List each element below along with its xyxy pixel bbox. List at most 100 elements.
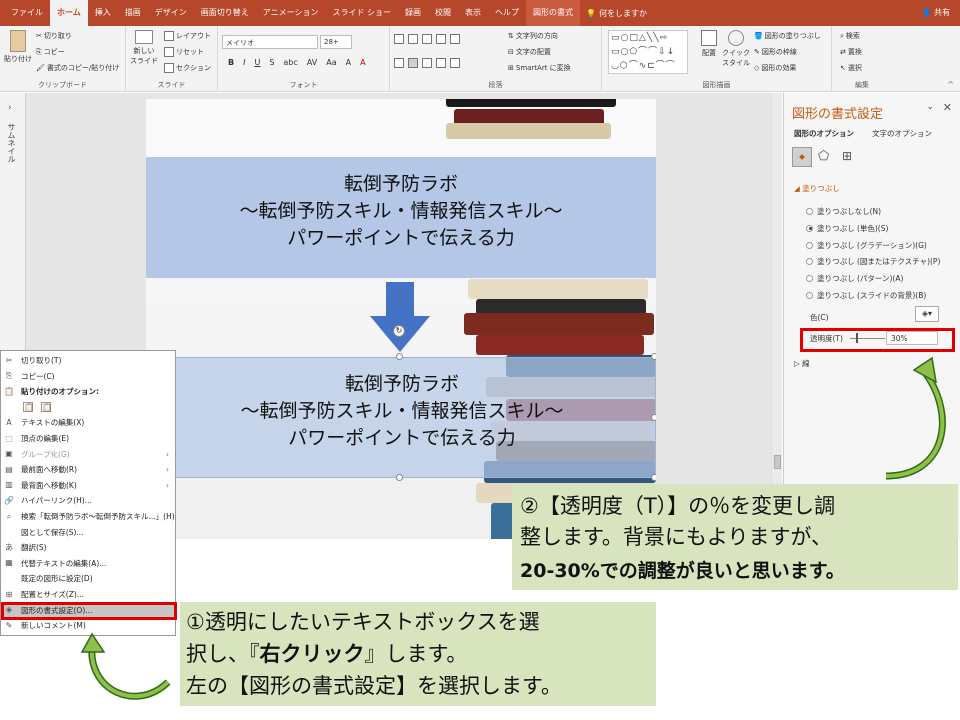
scrollbar-thumb[interactable]: [774, 455, 781, 469]
shape-outline-button[interactable]: ✎ 図形の枠線: [754, 47, 797, 57]
fill-option-radio[interactable]: 塗りつぶし (パターン)(A): [806, 273, 903, 284]
reset-button[interactable]: リセット: [164, 47, 204, 57]
font-format-button[interactable]: S: [269, 58, 274, 67]
fill-option-radio[interactable]: 塗りつぶし (単色)(S): [806, 223, 888, 234]
font-format-button[interactable]: A: [346, 58, 351, 67]
context-menu-item[interactable]: ✎ 新しいコメント(M): [1, 618, 175, 633]
format-painter-button[interactable]: 🖌 書式のコピー/貼り付け: [36, 63, 119, 73]
line-section-header[interactable]: ▷ 線: [794, 358, 810, 369]
resize-handle-bottom-right[interactable]: [651, 474, 656, 481]
resize-handle-top-right[interactable]: [651, 353, 656, 360]
tab-7[interactable]: スライド ショー: [325, 0, 398, 26]
tab-shape-options[interactable]: 図形のオプション: [794, 128, 854, 139]
title-textbox-transparent[interactable]: 転倒予防ラボ ～転倒予防スキル・情報発信スキル～ パワーポイントで伝える力: [146, 357, 656, 478]
vertical-scrollbar[interactable]: [771, 93, 782, 539]
cut-button[interactable]: ✂ 切り取り: [36, 31, 72, 41]
replace-button[interactable]: ⇄ 置換: [840, 47, 862, 57]
color-picker-button[interactable]: ◈▾: [915, 306, 939, 322]
new-slide-label: 新しい スライド: [130, 47, 158, 65]
close-icon[interactable]: ✕: [943, 101, 952, 114]
resize-handle-top[interactable]: [396, 353, 403, 360]
context-menu-item[interactable]: ▤ 最前面へ移動(R) ›: [1, 462, 175, 477]
tab-1[interactable]: ホーム: [50, 0, 88, 26]
find-button[interactable]: ⌕ 検索: [840, 31, 860, 41]
context-menu-item[interactable]: ⌕ 検索「転倒予防ラボ～転倒予防スキル...」(H): [1, 509, 175, 524]
tab-5[interactable]: 画面切り替え: [194, 0, 256, 26]
collapse-ribbon-icon[interactable]: ^: [947, 80, 954, 89]
arrange-button[interactable]: 配置: [698, 30, 720, 58]
share-button[interactable]: 👤 共有: [921, 0, 950, 26]
resize-handle-bottom[interactable]: [396, 474, 403, 481]
new-slide-button[interactable]: 新しい スライド: [130, 30, 158, 66]
list-buttons[interactable]: [394, 34, 460, 44]
resize-handle-right[interactable]: [651, 414, 656, 421]
select-button[interactable]: ↖ 選択: [840, 63, 862, 73]
tell-me-box[interactable]: 💡 何をしますか: [586, 8, 647, 19]
context-menu-item[interactable]: 図として保存(S)...: [1, 525, 175, 540]
font-format-button[interactable]: A: [360, 58, 365, 67]
alt-text-icon: ▦: [5, 558, 13, 568]
shape-effects-button[interactable]: ◇ 図形の効果: [754, 63, 796, 73]
expand-pane-icon[interactable]: ›: [8, 103, 12, 113]
slide[interactable]: 転倒予防ラボ ～転倒予防スキル・情報発信スキル～ パワーポイントで伝える力 転倒…: [146, 99, 656, 539]
context-menu-item[interactable]: ⬚ 頂点の編集(E): [1, 431, 175, 446]
paragraph-group-label: 段落: [488, 81, 503, 89]
font-format-button[interactable]: B: [228, 58, 234, 67]
context-menu-item[interactable]: 📋 貼り付けのオプション:: [1, 384, 175, 399]
shape-fill-button[interactable]: 🪣 図形の塗りつぶし: [754, 31, 821, 41]
align-buttons[interactable]: [394, 58, 460, 68]
tab-9[interactable]: 校閲: [428, 0, 458, 26]
tab-8[interactable]: 録画: [398, 0, 428, 26]
tab-11[interactable]: ヘルプ: [488, 0, 526, 26]
font-format-button[interactable]: I: [243, 58, 245, 67]
font-size-combo[interactable]: 28+: [320, 35, 352, 49]
smartart-button[interactable]: ⊞ SmartArt に変換: [508, 63, 571, 73]
tab-0[interactable]: ファイル: [4, 0, 50, 26]
context-menu-item[interactable]: ⎘ コピー(C): [1, 369, 175, 384]
context-menu-item[interactable]: ✂ 切り取り(T): [1, 353, 175, 368]
callout1-line-2: 択し、『右クリック』します。: [186, 638, 467, 668]
paste-button[interactable]: 貼り付け: [4, 30, 32, 64]
text-direction-button[interactable]: ⇅ 文字列の方向: [508, 31, 558, 41]
layout-button[interactable]: レイアウト: [164, 31, 211, 41]
rotate-handle-icon[interactable]: ↻: [393, 325, 405, 337]
shape-gallery[interactable]: ▭○□△╲╲⇨ ▭○⬠⌒⌒⇩↓ ◡⬡⌒∿⊏⌒⌒: [608, 30, 688, 74]
tab-6[interactable]: アニメーション: [256, 0, 326, 26]
effects-pentagon-icon[interactable]: ⬠: [818, 149, 829, 164]
fill-option-radio[interactable]: 塗りつぶし (グラデーション)(G): [806, 240, 927, 251]
context-menu-item[interactable]: あ翻訳(S): [1, 540, 175, 555]
context-menu-item[interactable]: ▦ 代替テキストの編集(A)...: [1, 556, 175, 571]
context-menu-item[interactable]: 🔗 ハイパーリンク(H)...: [1, 493, 175, 508]
section-button[interactable]: セクション: [164, 63, 211, 73]
font-format-button[interactable]: U: [254, 58, 260, 67]
pane-options-chevron-icon[interactable]: ⌄: [926, 102, 934, 112]
context-menu-item[interactable]: ▣ グループ化(G) ›: [1, 447, 175, 462]
context-menu-item[interactable]: A テキストの編集(X): [1, 415, 175, 430]
tab-12[interactable]: 図形の書式: [526, 0, 580, 26]
font-format-button[interactable]: AV: [307, 58, 317, 67]
fill-option-radio[interactable]: 塗りつぶしなし(N): [806, 206, 881, 217]
tab-3[interactable]: 描画: [118, 0, 148, 26]
scissors-icon: ✂: [5, 355, 13, 365]
fill-option-radio[interactable]: 塗りつぶし (図またはテクスチャ)(P): [806, 256, 940, 267]
fill-option-radio[interactable]: 塗りつぶし (スライドの背景)(B): [806, 290, 926, 301]
context-menu-item[interactable]: 📋 📋: [1, 400, 175, 415]
font-name-combo[interactable]: メイリオ: [222, 35, 318, 49]
font-format-button[interactable]: Aa: [326, 58, 336, 67]
context-menu-item[interactable]: ⊞ 配置とサイズ(Z)...: [1, 587, 175, 602]
align-text-button[interactable]: ⊟ 文字の配置: [508, 47, 551, 57]
fill-line-icon[interactable]: ◆: [792, 147, 812, 167]
tab-4[interactable]: デザイン: [148, 0, 194, 26]
tab-10[interactable]: 表示: [458, 0, 488, 26]
fill-section-header[interactable]: ◢ 塗りつぶし: [794, 183, 840, 194]
tab-2[interactable]: 挿入: [88, 0, 118, 26]
size-properties-icon[interactable]: ⊞: [842, 149, 852, 163]
copy-button[interactable]: ⎘ コピー: [36, 47, 65, 57]
format-shape-highlight-box: [1, 602, 177, 620]
tab-text-options[interactable]: 文字のオプション: [872, 128, 932, 139]
context-menu-item[interactable]: ▥ 最背面へ移動(K) ›: [1, 478, 175, 493]
font-format-button[interactable]: abc: [283, 58, 297, 67]
title-textbox-opaque[interactable]: 転倒予防ラボ ～転倒予防スキル・情報発信スキル～ パワーポイントで伝える力: [146, 157, 656, 278]
quick-style-button[interactable]: クイック スタイル: [722, 30, 750, 68]
context-menu-item[interactable]: 既定の図形に設定(D): [1, 571, 175, 586]
